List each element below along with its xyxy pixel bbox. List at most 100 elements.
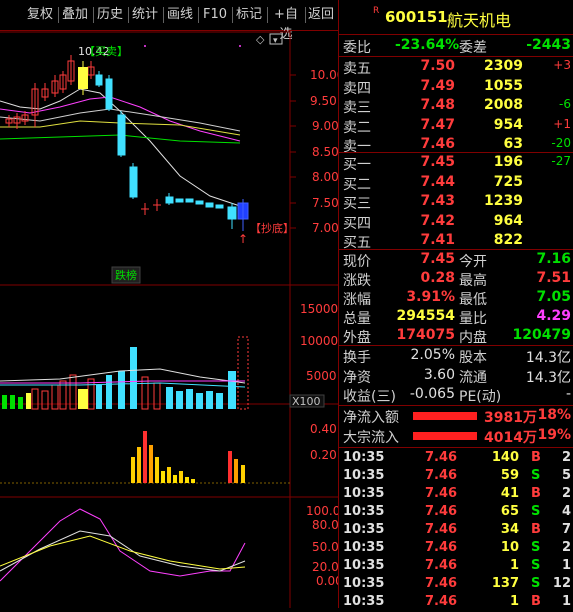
tick-volume: 10 xyxy=(500,540,519,555)
f10-button[interactable]: F10 xyxy=(201,5,229,25)
bid-row[interactable]: 买五 7.41 822 xyxy=(339,231,573,251)
history-button[interactable]: 历史 xyxy=(96,5,124,25)
ask-volume: 63 xyxy=(503,136,523,152)
quote-label: 现价 xyxy=(343,254,371,270)
volume-tick: 15000 xyxy=(300,302,338,316)
tick-time: 10:35 xyxy=(343,450,385,465)
price-tick: 9.00 xyxy=(312,119,338,133)
fundamental-label: PE(动) xyxy=(459,389,502,405)
statistics-button[interactable]: 统计 xyxy=(131,5,159,25)
margin-badge: R xyxy=(373,6,380,16)
mark-button[interactable]: 标记 xyxy=(235,5,263,25)
bid-label: 买三 xyxy=(343,196,371,212)
diamond-icon: ◇ xyxy=(256,33,265,46)
fund-flow-amount: 4014万 xyxy=(484,430,537,446)
tick-price: 7.46 xyxy=(425,576,458,591)
bid-row[interactable]: 买二 7.44 725 xyxy=(339,173,573,193)
tick-price: 7.46 xyxy=(425,522,458,537)
ask-row[interactable]: 卖四 7.49 1055 xyxy=(339,77,573,97)
ask-label: 卖二 xyxy=(343,119,371,136)
quote-value: 0.28 xyxy=(420,270,455,286)
tick-volume: 140 xyxy=(491,450,519,465)
limit-list-tag: 跌榜 xyxy=(115,268,137,282)
tick-count: 2 xyxy=(561,450,571,465)
tick-price: 7.46 xyxy=(425,486,458,501)
price-tick: 10.00 xyxy=(310,68,338,82)
price-tick: 8.00 xyxy=(312,170,338,184)
indicator2-tick: 20.00 xyxy=(312,560,338,574)
add-favorite-button[interactable]: +自选 xyxy=(269,5,303,42)
tick-volume: 65 xyxy=(500,504,519,519)
restore-rights-button[interactable]: 复权 xyxy=(26,5,54,25)
bid-row[interactable]: 买一 7.45 196 -27 xyxy=(339,153,573,173)
tick-row[interactable]: 10:35 7.46 65 S 4 xyxy=(339,502,573,520)
tick-price: 7.46 xyxy=(425,468,458,483)
tick-count: 7 xyxy=(561,522,571,537)
bid-volume: 725 xyxy=(493,173,523,190)
tick-row[interactable]: 10:35 7.46 59 S 5 xyxy=(339,466,573,484)
bid-row[interactable]: 买四 7.42 964 xyxy=(339,212,573,232)
quote-label: 总量 xyxy=(343,311,371,327)
ask-label: 卖五 xyxy=(343,61,371,77)
tick-row[interactable]: 10:35 7.46 10 S 2 xyxy=(339,538,573,556)
tick-side: S xyxy=(531,558,541,573)
back-button[interactable]: 返回 xyxy=(307,5,335,25)
bid-price: 7.42 xyxy=(420,212,455,229)
fundamental-row: 换手 2.05% 股本 14.3亿 xyxy=(339,346,573,366)
quote-label: 最低 xyxy=(459,292,487,308)
tick-count: 1 xyxy=(561,594,571,609)
tick-count: 12 xyxy=(552,576,571,591)
fundamental-label: 流通 xyxy=(459,369,487,386)
tick-volume: 34 xyxy=(500,522,519,537)
bid-label: 买一 xyxy=(343,157,371,173)
tick-side: B xyxy=(531,522,541,537)
tick-row[interactable]: 10:35 7.46 1 B 1 xyxy=(339,592,573,610)
price-tick: 9.50 xyxy=(310,94,337,108)
tick-time: 10:35 xyxy=(343,594,385,609)
tick-side: B xyxy=(531,450,541,465)
svg-text:▾: ▾ xyxy=(273,36,278,46)
fund-flow-label: 净流入额 xyxy=(343,410,399,426)
fund-flow-bar xyxy=(413,432,477,440)
bid-volume: 822 xyxy=(493,232,523,248)
tick-time: 10:35 xyxy=(343,468,385,483)
fund-flow-row: 大宗流入 4014万 19% xyxy=(339,426,573,446)
tick-row[interactable]: 10:35 7.46 137 S 12 xyxy=(339,574,573,592)
tick-price: 7.46 xyxy=(425,594,458,609)
tick-time: 10:35 xyxy=(343,558,385,573)
tick-row[interactable]: 10:35 7.46 1 S 1 xyxy=(339,556,573,574)
tick-row[interactable]: 10:35 7.46 34 B 7 xyxy=(339,520,573,538)
ask-price: 7.47 xyxy=(420,116,455,133)
kline-chart-panel[interactable]: ◇ ▾ 10.00 9.50 9.00 8.50 8.00 7.50 7.00 xyxy=(0,31,348,608)
fund-flow-percent: 19% xyxy=(537,427,571,443)
fundamental-label: 收益(三) xyxy=(343,389,396,405)
quote-label: 量比 xyxy=(459,311,487,327)
buy-sell-tag: 【买卖】 xyxy=(84,45,128,58)
fundamental-row: 收益(三) -0.065 PE(动) - xyxy=(339,385,573,405)
tick-row[interactable]: 10:35 7.46 140 B 2 xyxy=(339,448,573,466)
ask-row[interactable]: 卖三 7.48 2008 -6 xyxy=(339,96,573,116)
ask-price: 7.49 xyxy=(420,77,455,94)
tick-row[interactable]: 10:35 7.46 41 B 2 xyxy=(339,484,573,502)
draw-line-button[interactable]: 画线 xyxy=(166,5,194,25)
ask-row[interactable]: 卖五 7.50 2309 +3 xyxy=(339,57,573,77)
tick-volume: 59 xyxy=(500,468,519,483)
fund-flow-percent: 18% xyxy=(537,407,571,423)
ask-price: 7.50 xyxy=(420,58,455,74)
quote-value: 7.45 xyxy=(420,251,455,267)
stock-header: R 600151 航天机电 xyxy=(339,0,573,35)
tick-count: 2 xyxy=(561,486,571,501)
bid-label: 买四 xyxy=(343,215,371,232)
fund-flow-bar xyxy=(413,412,477,420)
overlay-button[interactable]: 叠加 xyxy=(61,5,89,25)
fundamental-row: 净资 3.60 流通 14.3亿 xyxy=(339,366,573,386)
quote-row: 现价 7.45 今开 7.16 xyxy=(339,250,573,270)
ask-change: +1 xyxy=(553,116,571,131)
indicator2-tick: 50.00 xyxy=(312,540,338,554)
fundamental-value: 14.3亿 xyxy=(525,369,571,386)
tick-count: 2 xyxy=(561,540,571,555)
quote-row: 总量 294554 量比 4.29 xyxy=(339,307,573,327)
volume-tick: 10000 xyxy=(300,334,338,348)
bid-row[interactable]: 买三 7.43 1239 xyxy=(339,192,573,212)
ask-row[interactable]: 卖二 7.47 954 +1 xyxy=(339,116,573,136)
